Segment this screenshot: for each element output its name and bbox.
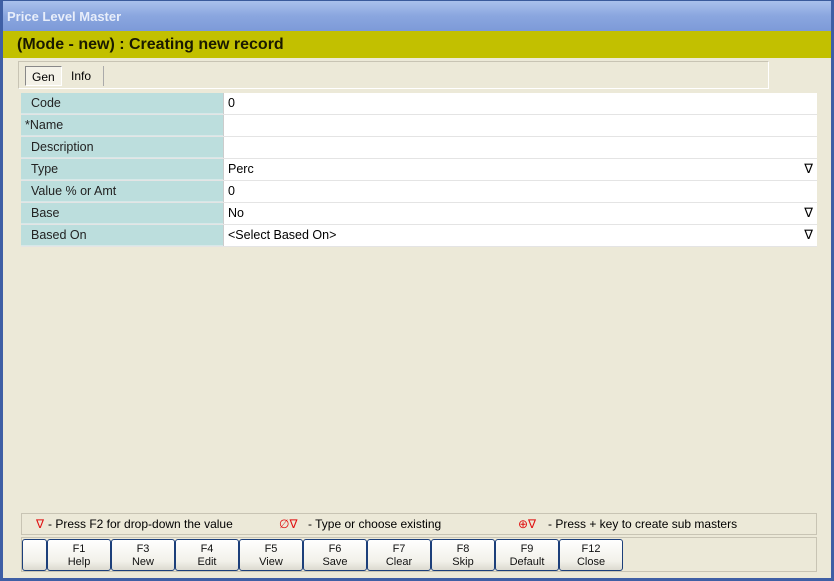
dropdown-legend-icon: ∇ [36, 517, 45, 531]
base-value: No [228, 206, 244, 220]
function-key: F4 [200, 543, 214, 555]
function-key: F7 [392, 543, 406, 555]
button-label: New [131, 556, 154, 568]
base-label: Base [21, 203, 223, 224]
tab-strip: Gen Info [18, 61, 769, 89]
based-on-dropdown[interactable]: <Select Based On> ∇ [223, 225, 817, 246]
new-button[interactable]: F3 New [111, 539, 175, 571]
field-row: Based On <Select Based On> ∇ [21, 225, 817, 247]
button-label: Clear [385, 556, 413, 568]
button-label: Default [509, 556, 545, 568]
save-button[interactable]: F6 Save [303, 539, 367, 571]
function-key-bar: F1 Help F3 New F4 Edit F5 View F6 Save F7 Clear F8 Sk… [21, 537, 817, 572]
tab-info[interactable]: Info [65, 66, 104, 86]
code-value: 0 [228, 96, 235, 110]
function-key: F12 [581, 543, 601, 555]
dropdown-arrow-icon[interactable]: ∇ [804, 227, 813, 243]
type-label: Type [21, 159, 223, 180]
base-dropdown[interactable]: No ∇ [223, 203, 817, 224]
code-input[interactable]: 0 [223, 93, 817, 114]
dropdown-legend-text: - Press F2 for drop-down the value [48, 517, 233, 531]
function-key: F8 [456, 543, 470, 555]
sub-master-legend-text: - Press + key to create sub masters [548, 517, 738, 531]
mode-banner: (Mode - new) : Creating new record [3, 31, 831, 58]
sub-master-legend-icon: ⊕∇ [518, 517, 537, 531]
field-row: Value % or Amt 0 [21, 181, 817, 203]
value-or-amt-value: 0 [228, 184, 235, 198]
field-row: Type Perc ∇ [21, 159, 817, 181]
based-on-value: <Select Based On> [228, 228, 337, 242]
dropdown-arrow-icon[interactable]: ∇ [804, 161, 813, 177]
type-dropdown[interactable]: Perc ∇ [223, 159, 817, 180]
window-title: Price Level Master [3, 1, 831, 31]
button-label: Skip [452, 556, 474, 568]
type-choose-legend-icon: ∅∇ [279, 517, 298, 531]
view-button[interactable]: F5 View [239, 539, 303, 571]
function-key: F9 [520, 543, 534, 555]
field-row: *Name [21, 115, 817, 137]
type-value: Perc [228, 162, 254, 176]
based-on-label: Based On [21, 225, 223, 246]
tab-gen[interactable]: Gen [25, 66, 62, 86]
button-label: Edit [197, 556, 217, 568]
function-key: F5 [264, 543, 278, 555]
function-key: F3 [136, 543, 150, 555]
edit-button[interactable]: F4 Edit [175, 539, 239, 571]
button-label: Save [322, 556, 348, 568]
clear-button[interactable]: F7 Clear [367, 539, 431, 571]
dropdown-arrow-icon[interactable]: ∇ [804, 205, 813, 221]
value-or-amt-input[interactable]: 0 [223, 181, 817, 202]
description-input[interactable] [223, 137, 817, 158]
field-grid: Code 0 *Name Description Type Perc ∇ Value … [21, 93, 817, 247]
name-label: *Name [21, 115, 223, 136]
description-label: Description [21, 137, 223, 158]
function-key: F6 [328, 543, 342, 555]
price-level-master-window: Price Level Master (Mode - new) : Creati… [0, 0, 834, 581]
field-row: Base No ∇ [21, 203, 817, 225]
skip-button[interactable]: F8 Skip [431, 539, 495, 571]
help-button[interactable]: F1 Help [47, 539, 111, 571]
function-key: F1 [72, 543, 86, 555]
name-input[interactable] [223, 115, 817, 136]
code-label: Code [21, 93, 223, 114]
value-or-amt-label: Value % or Amt [21, 181, 223, 202]
default-button[interactable]: F9 Default [495, 539, 559, 571]
button-label: Close [576, 556, 606, 568]
type-choose-legend-text: - Type or choose existing [308, 517, 442, 531]
field-row: Description [21, 137, 817, 159]
button-label: View [259, 556, 283, 568]
close-button[interactable]: F12 Close [559, 539, 623, 571]
field-row: Code 0 [21, 93, 817, 115]
legend-bar: ∇ - Press F2 for drop-down the value ∅∇ … [21, 513, 817, 535]
blank-button[interactable] [22, 539, 47, 571]
button-label: Help [67, 556, 91, 568]
